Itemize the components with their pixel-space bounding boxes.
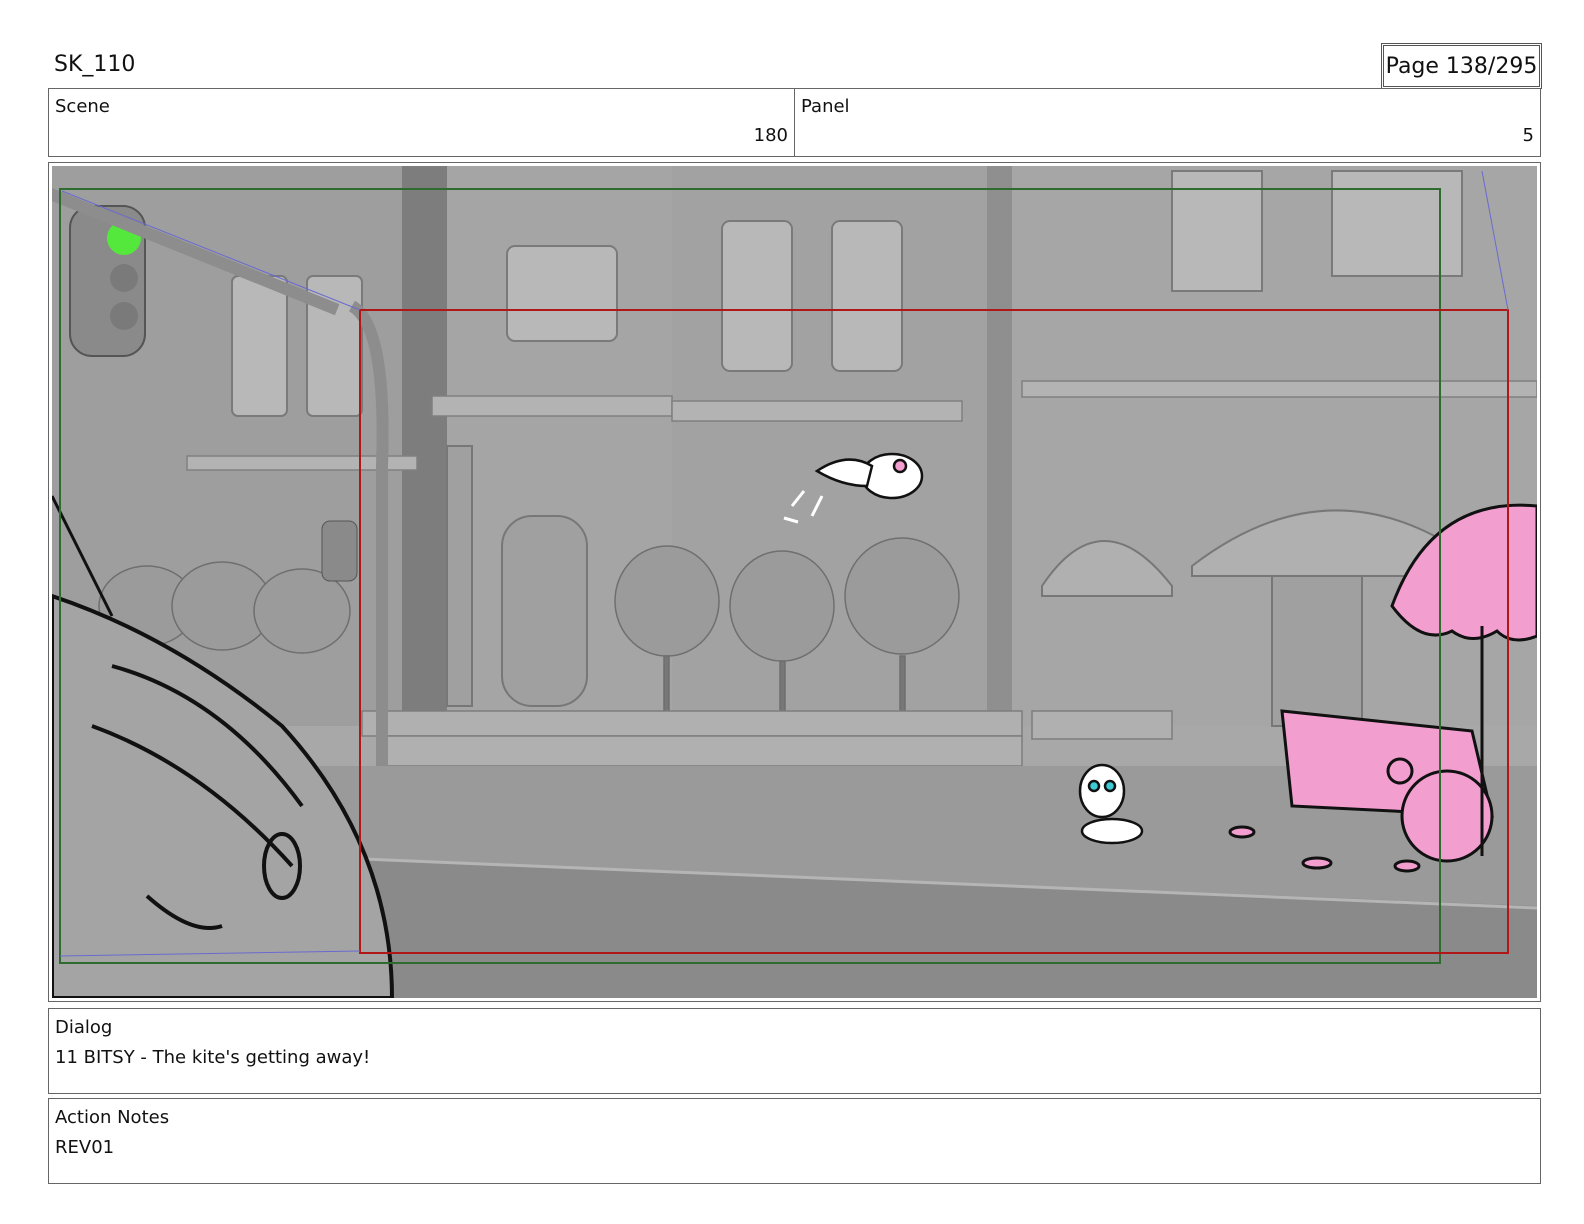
dialog-text: 11 BITSY - The kite's getting away! <box>55 1047 371 1068</box>
building-shadow <box>402 166 447 726</box>
panel-label: Panel <box>801 96 850 117</box>
page-number: Page 138/295 <box>1381 43 1542 89</box>
storyboard-frame <box>48 162 1541 1002</box>
storyboard-title: SK_110 <box>54 52 136 77</box>
scene-panel-header: Scene 180 Panel 5 <box>48 88 1541 157</box>
scene-number: 180 <box>753 125 788 146</box>
action-notes-text: REV01 <box>55 1137 115 1158</box>
action-notes-label: Action Notes <box>55 1107 170 1128</box>
panel-number: 5 <box>1522 125 1534 146</box>
dialog-label: Dialog <box>55 1017 113 1038</box>
panel-cell: Panel 5 <box>795 89 1540 156</box>
storyboard-panel-image <box>52 166 1537 998</box>
dialog-box: Dialog 11 BITSY - The kite's getting awa… <box>48 1008 1541 1094</box>
building-pilaster <box>987 166 1012 726</box>
action-notes-box: Action Notes REV01 <box>48 1098 1541 1184</box>
scene-cell: Scene 180 <box>49 89 795 156</box>
scene-label: Scene <box>55 96 110 117</box>
